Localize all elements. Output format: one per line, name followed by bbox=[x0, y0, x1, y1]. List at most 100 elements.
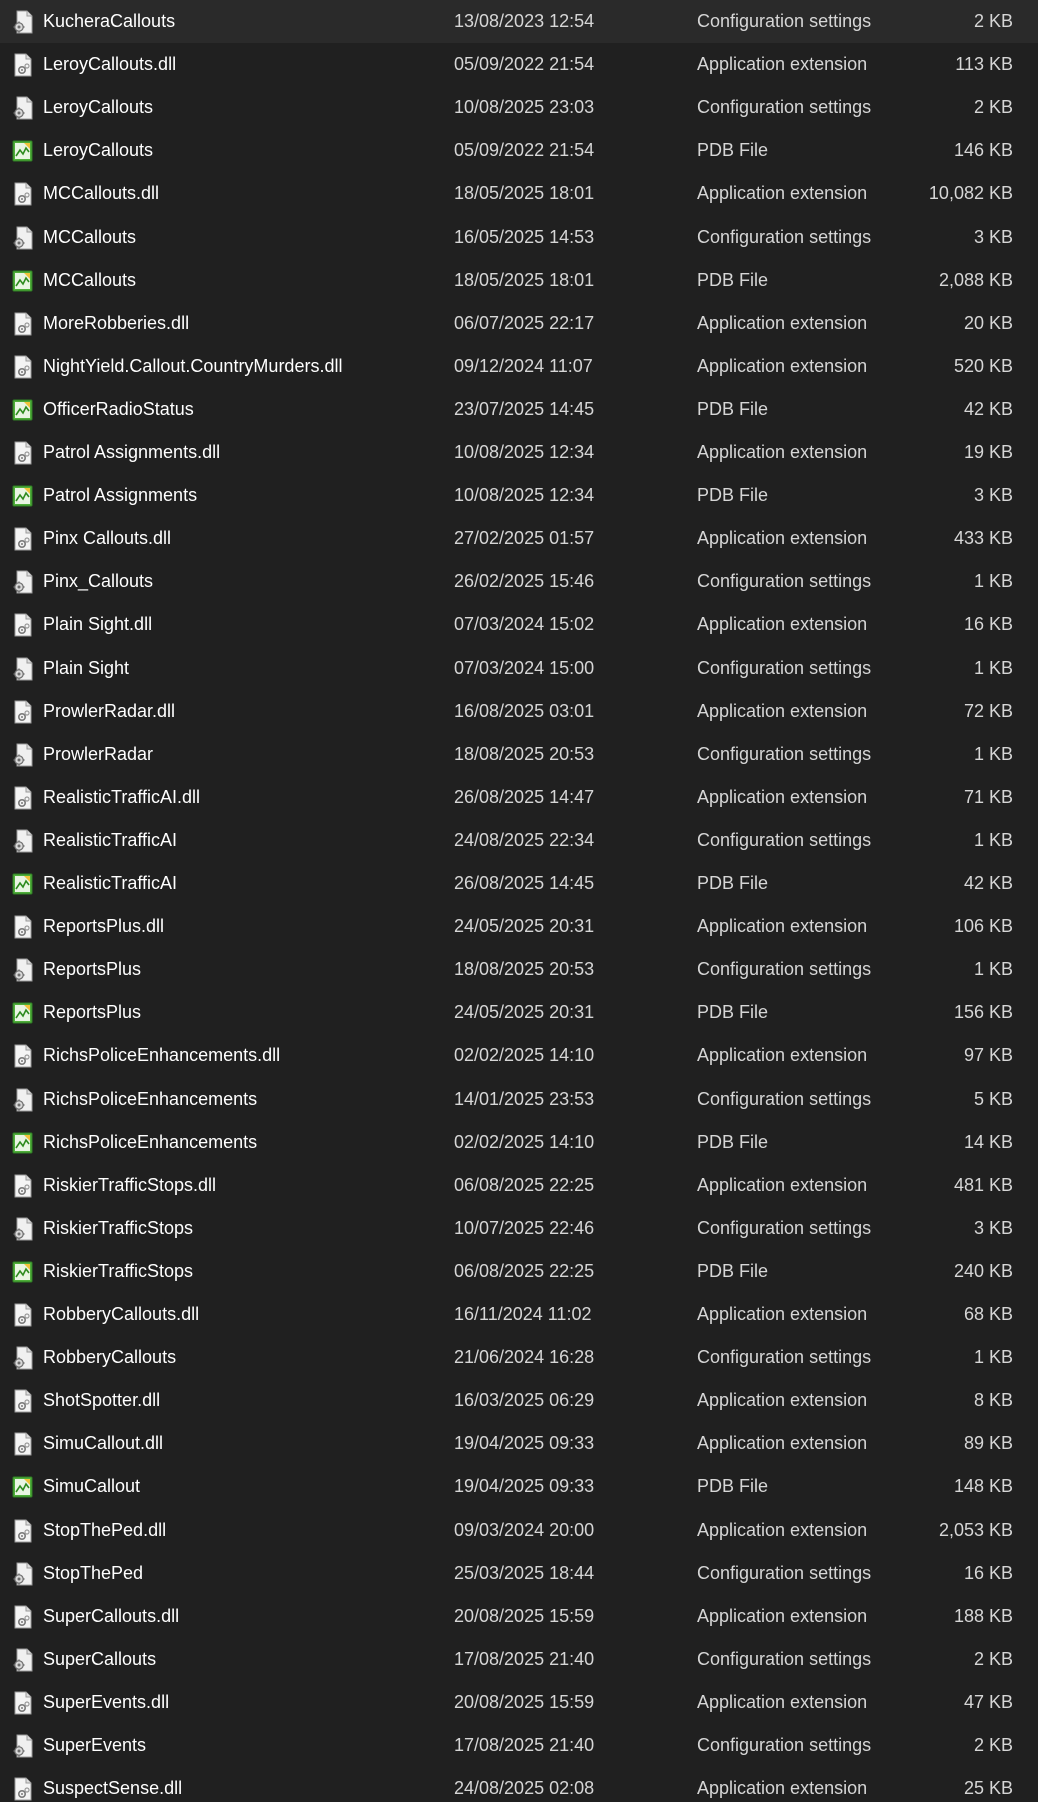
file-name: ReportsPlus bbox=[43, 1002, 142, 1023]
file-date-modified: 10/08/2025 12:34 bbox=[454, 442, 595, 462]
file-row[interactable]: SuperEvents 17/08/2025 21:40 Configuration… bbox=[0, 1724, 1038, 1767]
file-size: 2 KB bbox=[973, 97, 1013, 118]
dll-file-icon bbox=[12, 53, 34, 77]
file-row[interactable]: RobberyCallouts 21/06/2024 16:28 Configura… bbox=[0, 1336, 1038, 1379]
dll-file-icon bbox=[12, 1519, 34, 1543]
pdb-file-icon bbox=[12, 1475, 34, 1499]
file-size: 1 KB bbox=[973, 657, 1013, 678]
file-type: Configuration settings bbox=[697, 959, 872, 980]
file-size: 240 KB bbox=[953, 1260, 1013, 1281]
file-row[interactable]: RichsPoliceEnhancements.dll 02/02/2025 14… bbox=[0, 1034, 1038, 1077]
file-row[interactable]: ReportsPlus 18/08/2025 20:53 Configuration… bbox=[0, 948, 1038, 991]
file-type: Application extension bbox=[697, 1691, 868, 1712]
file-name: NightYield.Callout.CountryMurders.dll bbox=[43, 355, 343, 376]
file-type: Application extension bbox=[697, 1045, 868, 1066]
file-row[interactable]: StopThePed.dll 09/03/2024 20:00 Applicatio… bbox=[0, 1509, 1038, 1552]
file-name: Patrol Assignments bbox=[43, 485, 198, 506]
config-file-icon bbox=[12, 1346, 34, 1370]
file-row[interactable]: RiskierTrafficStops 06/08/2025 22:25 PDB F… bbox=[0, 1250, 1038, 1293]
file-date-modified: 24/08/2025 22:34 bbox=[454, 829, 595, 850]
file-date-modified: 23/07/2025 14:45 bbox=[454, 398, 595, 419]
dll-file-icon bbox=[12, 1389, 34, 1413]
file-row[interactable]: LeroyCallouts 10/08/2025 23:03 Configurati… bbox=[0, 86, 1038, 129]
file-row[interactable]: LeroyCallouts.dll 05/09/2022 21:54 Applica… bbox=[0, 43, 1038, 86]
dll-file-icon bbox=[12, 312, 34, 336]
file-size: 2 KB bbox=[973, 1648, 1013, 1669]
file-type: Application extension bbox=[697, 1433, 868, 1454]
file-row[interactable]: RealisticTrafficAI.dll 26/08/2025 14:47 Ap… bbox=[0, 776, 1038, 819]
file-size: 520 KB bbox=[953, 355, 1013, 376]
file-size: 19 KB bbox=[963, 442, 1013, 462]
file-row[interactable]: SuperCallouts 17/08/2025 21:40 Configurati… bbox=[0, 1638, 1038, 1681]
file-size: 106 KB bbox=[953, 916, 1013, 937]
config-file-icon bbox=[12, 1648, 34, 1672]
file-size: 72 KB bbox=[963, 700, 1013, 721]
file-type: PDB File bbox=[697, 140, 769, 161]
file-row[interactable]: MCCallouts 16/05/2025 14:53 Configuration … bbox=[0, 216, 1038, 259]
file-type: Configuration settings bbox=[697, 11, 872, 31]
file-size: 47 KB bbox=[963, 1691, 1013, 1712]
file-row[interactable]: NightYield.Callout.CountryMurders.dll 09/… bbox=[0, 345, 1038, 388]
file-row[interactable]: SimuCallout 19/04/2025 09:33 PDB File 148 K… bbox=[0, 1465, 1038, 1508]
file-row[interactable]: MCCallouts.dll 18/05/2025 18:01 Applicatio… bbox=[0, 172, 1038, 215]
dll-file-icon bbox=[12, 527, 34, 551]
dll-file-icon bbox=[12, 1303, 34, 1327]
file-name: LeroyCallouts bbox=[43, 97, 154, 118]
file-row[interactable]: KucheraCallouts 13/08/2023 12:54 Configura… bbox=[0, 0, 1038, 43]
file-size: 89 KB bbox=[963, 1433, 1013, 1454]
file-row[interactable]: Patrol Assignments 10/08/2025 12:34 PDB Fi… bbox=[0, 474, 1038, 517]
file-row[interactable]: Plain Sight 07/03/2024 15:00 Configuration… bbox=[0, 647, 1038, 690]
file-row[interactable]: SuspectSense.dll 24/08/2025 02:08 Applicat… bbox=[0, 1767, 1038, 1802]
file-row[interactable]: SimuCallout.dll 19/04/2025 09:33 Applicati… bbox=[0, 1422, 1038, 1465]
file-row[interactable]: RealisticTrafficAI 24/08/2025 22:34 Config… bbox=[0, 819, 1038, 862]
file-size: 10,082 KB bbox=[928, 183, 1013, 204]
file-date-modified: 16/11/2024 11:02 bbox=[454, 1304, 592, 1324]
file-date-modified: 10/08/2025 12:34 bbox=[454, 485, 595, 506]
file-row[interactable]: Pinx Callouts.dll 27/02/2025 01:57 Applica… bbox=[0, 517, 1038, 560]
file-row[interactable]: ShotSpotter.dll 16/03/2025 06:29 Applicati… bbox=[0, 1379, 1038, 1422]
file-row[interactable]: RobberyCallouts.dll 16/11/2024 11:02 Appli… bbox=[0, 1293, 1038, 1336]
file-date-modified: 21/06/2024 16:28 bbox=[454, 1347, 595, 1368]
file-row[interactable]: SuperCallouts.dll 20/08/2025 15:59 Applica… bbox=[0, 1595, 1038, 1638]
file-row[interactable]: OfficerRadioStatus 23/07/2025 14:45 PDB Fi… bbox=[0, 388, 1038, 431]
file-row[interactable]: SuperEvents.dll 20/08/2025 15:59 Applicati… bbox=[0, 1681, 1038, 1724]
file-row[interactable]: ProwlerRadar.dll 16/08/2025 03:01 Applicat… bbox=[0, 690, 1038, 733]
file-date-modified: 06/08/2025 22:25 bbox=[454, 1260, 595, 1281]
file-row[interactable]: LeroyCallouts 05/09/2022 21:54 PDB File 146… bbox=[0, 129, 1038, 172]
file-row[interactable]: RichsPoliceEnhancements 02/02/2025 14:10 P… bbox=[0, 1121, 1038, 1164]
file-name: RichsPoliceEnhancements bbox=[43, 1088, 258, 1109]
file-date-modified: 16/08/2025 03:01 bbox=[454, 700, 595, 721]
file-type: Configuration settings bbox=[697, 1562, 872, 1583]
file-name: SimuCallout.dll bbox=[43, 1433, 164, 1454]
file-name: MCCallouts.dll bbox=[43, 183, 160, 204]
config-file-icon bbox=[12, 1734, 34, 1758]
pdb-file-icon bbox=[12, 398, 34, 422]
file-type: Configuration settings bbox=[697, 1735, 872, 1755]
file-name: RiskierTrafficStops bbox=[43, 1260, 194, 1281]
file-row[interactable]: RichsPoliceEnhancements 14/01/2025 23:53 C… bbox=[0, 1078, 1038, 1121]
file-type: Application extension bbox=[697, 1304, 868, 1324]
file-row[interactable]: MCCallouts 18/05/2025 18:01 PDB File 2,088 … bbox=[0, 259, 1038, 302]
dll-file-icon bbox=[12, 915, 34, 939]
file-row[interactable]: RiskierTrafficStops 10/07/2025 22:46 Confi… bbox=[0, 1207, 1038, 1250]
file-date-modified: 07/03/2024 15:00 bbox=[454, 657, 595, 678]
file-row[interactable]: RiskierTrafficStops.dll 06/08/2025 22:25 A… bbox=[0, 1164, 1038, 1207]
file-date-modified: 20/08/2025 15:59 bbox=[454, 1605, 595, 1626]
file-size: 16 KB bbox=[963, 1562, 1013, 1583]
file-row[interactable]: ReportsPlus 24/05/2025 20:31 PDB File 156 K… bbox=[0, 991, 1038, 1034]
file-row[interactable]: MoreRobberies.dll 06/07/2025 22:17 Applica… bbox=[0, 302, 1038, 345]
file-row[interactable]: Pinx_Callouts 26/02/2025 15:46 Configurati… bbox=[0, 560, 1038, 603]
file-type: Application extension bbox=[697, 54, 868, 75]
file-row[interactable]: RealisticTrafficAI 26/08/2025 14:45 PDB Fi… bbox=[0, 862, 1038, 905]
file-row[interactable]: ReportsPlus.dll 24/05/2025 20:31 Applicati… bbox=[0, 905, 1038, 948]
dll-file-icon bbox=[12, 700, 34, 724]
file-row[interactable]: Plain Sight.dll 07/03/2024 15:02 Applicati… bbox=[0, 603, 1038, 646]
file-row[interactable]: ProwlerRadar 18/08/2025 20:53 Configuratio… bbox=[0, 733, 1038, 776]
pdb-file-icon bbox=[12, 484, 34, 508]
file-size: 433 KB bbox=[953, 528, 1013, 549]
file-type: Application extension bbox=[697, 1174, 868, 1195]
file-name: StopThePed.dll bbox=[43, 1519, 167, 1540]
file-name: SimuCallout bbox=[43, 1476, 141, 1497]
file-row[interactable]: StopThePed 25/03/2025 18:44 Configuration … bbox=[0, 1552, 1038, 1595]
file-row[interactable]: Patrol Assignments.dll 10/08/2025 12:34 Ap… bbox=[0, 431, 1038, 474]
